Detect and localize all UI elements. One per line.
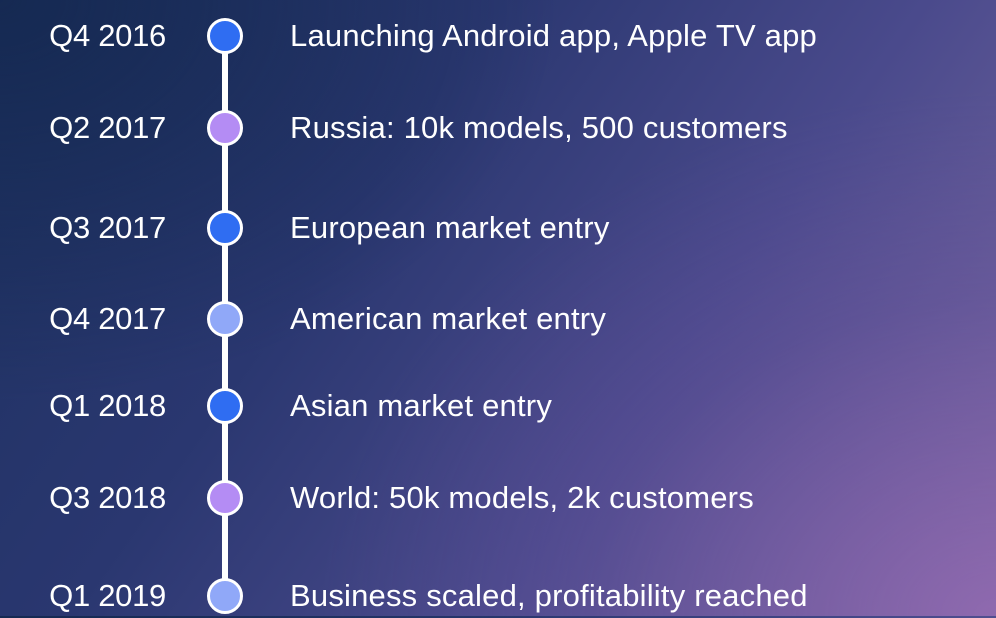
milestone-text: Business scaled, profitability reached	[290, 578, 808, 613]
milestone-row: Q3 2017 European market entry	[0, 206, 996, 250]
milestone-dot	[207, 110, 243, 146]
milestone-dot	[207, 578, 243, 614]
milestone-row: Q4 2017 American market entry	[0, 297, 996, 341]
milestone-text: Asian market entry	[290, 388, 553, 423]
milestone-date: Q1 2019	[49, 578, 166, 613]
milestone-date: Q3 2017	[49, 210, 166, 245]
milestone-date: Q2 2017	[49, 110, 166, 145]
milestone-row: Q3 2018 World: 50k models, 2k customers	[0, 476, 996, 520]
milestone-dot	[207, 210, 243, 246]
milestone-dot	[207, 388, 243, 424]
milestone-dot	[207, 18, 243, 54]
milestone-date: Q4 2016	[49, 18, 166, 53]
milestone-date: Q1 2018	[49, 388, 166, 423]
milestone-row: Q4 2016 Launching Android app, Apple TV …	[0, 14, 996, 58]
milestone-dot	[207, 480, 243, 516]
milestone-dot	[207, 301, 243, 337]
milestone-row: Q1 2019 Business scaled, profitability r…	[0, 574, 996, 618]
milestone-text: European market entry	[290, 210, 610, 245]
milestone-date: Q3 2018	[49, 480, 166, 515]
milestone-row: Q2 2017 Russia: 10k models, 500 customer…	[0, 106, 996, 150]
milestone-date: Q4 2017	[49, 301, 166, 336]
milestone-text: World: 50k models, 2k customers	[290, 480, 754, 515]
milestone-timeline: Q4 2016 Launching Android app, Apple TV …	[0, 0, 996, 616]
milestone-text: Launching Android app, Apple TV app	[290, 18, 817, 53]
milestone-text: Russia: 10k models, 500 customers	[290, 110, 788, 145]
milestone-row: Q1 2018 Asian market entry	[0, 384, 996, 428]
milestone-text: American market entry	[290, 301, 607, 336]
